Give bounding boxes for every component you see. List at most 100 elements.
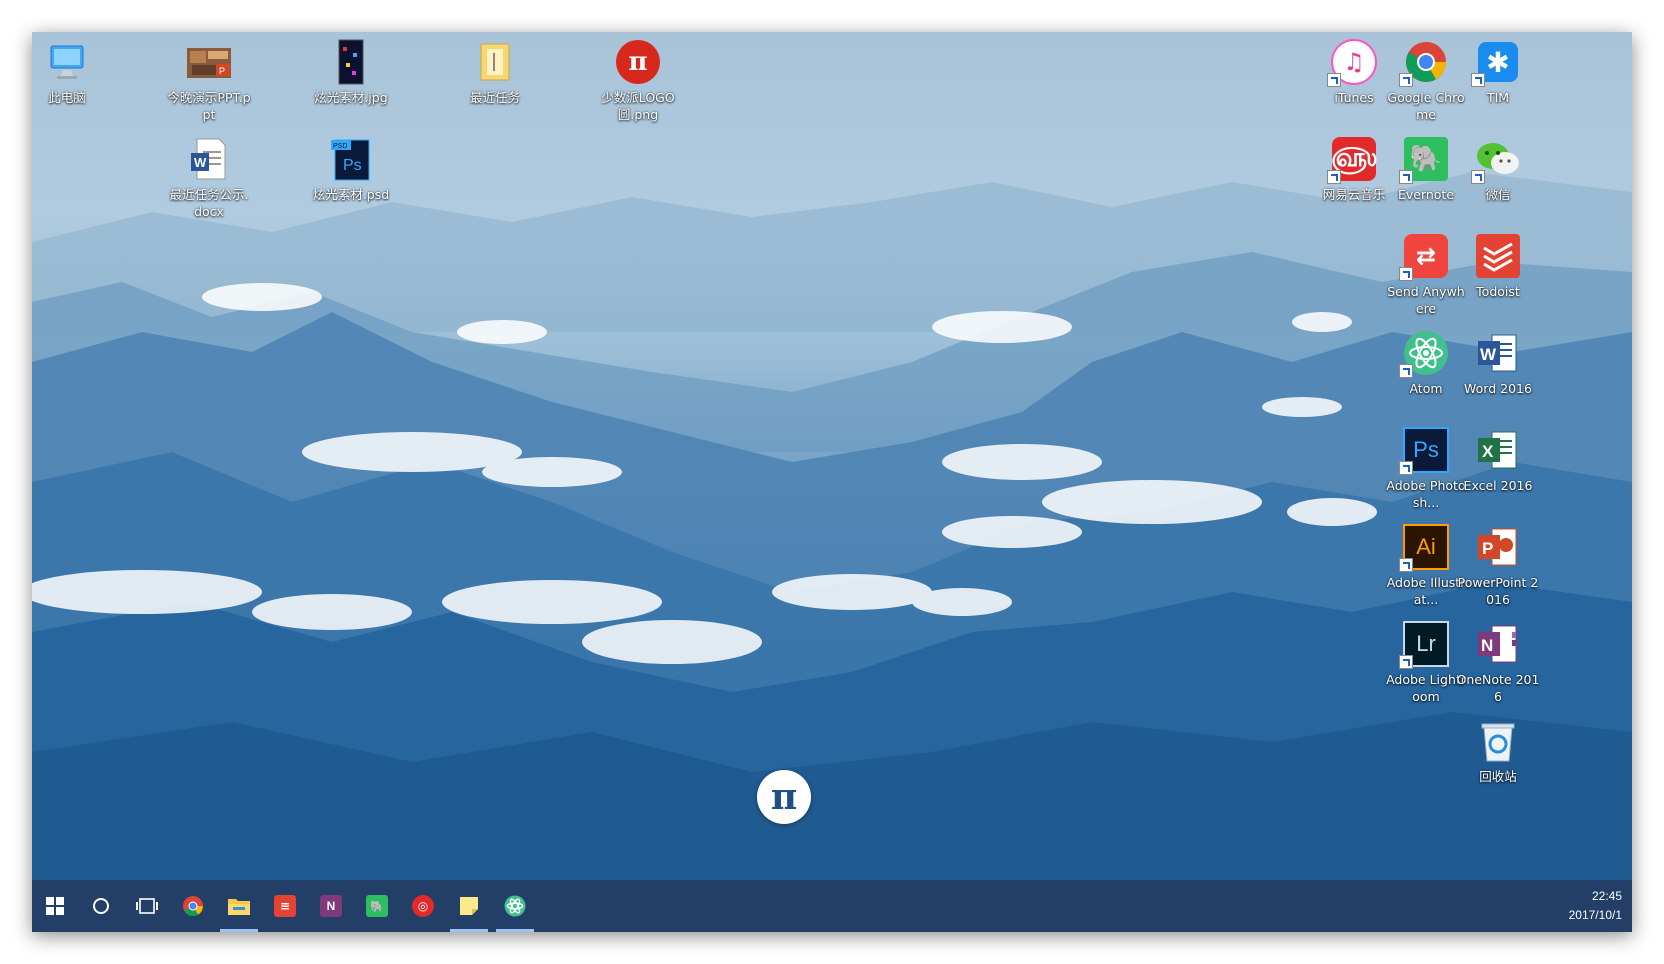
folder-icon: [471, 38, 519, 86]
desktop-item-todoist[interactable]: Todoist: [1456, 232, 1540, 328]
powerpoint-icon: P: [1474, 523, 1522, 571]
todoist-icon: ≡: [274, 895, 296, 917]
chrome-icon: [183, 896, 203, 916]
desktop-item-label: 微信: [1485, 187, 1511, 202]
start-button[interactable]: [32, 880, 78, 932]
desktop-item-ppt-file[interactable]: P 今晚演示PPT.ppt: [167, 38, 251, 134]
desktop-item-word[interactable]: W Word 2016: [1456, 329, 1540, 425]
word-icon: W: [1474, 329, 1522, 377]
onenote-icon: N: [1474, 620, 1522, 668]
shortcut-arrow-icon: [1399, 655, 1413, 669]
taskbar-file-explorer[interactable]: [216, 880, 262, 932]
taskbar-netease-music[interactable]: ◎: [400, 880, 446, 932]
desktop-item-folder[interactable]: 最近任务: [453, 38, 537, 134]
chrome-icon: [1399, 38, 1450, 87]
shortcut-arrow-icon: [1399, 170, 1413, 184]
atom-icon: [504, 895, 526, 917]
atom-icon: [1399, 329, 1450, 378]
desktop-item-sspai-logo[interactable]: π 少数派LOGO圆.png: [596, 38, 680, 134]
desktop-screen: 此电脑 P 今晚演示PPT.ppt 炫光素材.jpg 最近任务 π 少数派LOG…: [32, 32, 1632, 932]
excel-icon: X: [1474, 426, 1522, 474]
lightroom-icon: Lr: [1399, 620, 1450, 669]
svg-text:Ps: Ps: [343, 157, 362, 174]
sticky-notes-icon: [460, 897, 478, 915]
desktop-item-label: 少数派LOGO圆.png: [601, 90, 675, 122]
docx-file-icon: W: [185, 135, 233, 183]
sspai-logo-icon: π: [614, 38, 662, 86]
desktop-item-label: 此电脑: [48, 90, 86, 105]
svg-text:N: N: [1481, 636, 1493, 655]
send-anywhere-icon: ⇄: [1399, 232, 1450, 281]
desktop-item-this-pc[interactable]: 此电脑: [32, 38, 109, 134]
evernote-icon: 🐘: [1399, 135, 1450, 184]
desktop-item-wechat[interactable]: 微信: [1456, 135, 1540, 231]
desktop-item-excel[interactable]: X Excel 2016: [1456, 426, 1540, 522]
computer-icon: [43, 38, 91, 86]
cortana-circle-icon: [93, 898, 109, 914]
desktop-item-label: OneNote 2016: [1456, 672, 1540, 704]
desktop-item-label: 回收站: [1479, 769, 1517, 784]
desktop-item-label: Excel 2016: [1463, 478, 1533, 493]
taskbar-clock[interactable]: 22:45 2017/10/1: [1569, 880, 1622, 932]
recycle-bin-icon: [1474, 717, 1522, 765]
taskbar-atom[interactable]: [492, 880, 538, 932]
windows-icon: [46, 897, 64, 915]
svg-text:P: P: [219, 66, 225, 76]
netease-music-icon: ௵: [1327, 135, 1378, 184]
shortcut-arrow-icon: [1327, 170, 1341, 184]
itunes-icon: ♫: [1327, 38, 1378, 87]
desktop-item-label: TIM: [1486, 90, 1510, 105]
shortcut-arrow-icon: [1399, 364, 1413, 378]
shortcut-arrow-icon: [1399, 461, 1413, 475]
desktop-item-jpg-file[interactable]: 炫光素材.jpg: [309, 38, 393, 134]
clock-time: 22:45: [1591, 889, 1622, 903]
shortcut-arrow-icon: [1399, 73, 1413, 87]
taskbar-sticky-notes[interactable]: [446, 880, 492, 932]
desktop-item-powerpoint[interactable]: P PowerPoint 2016: [1456, 523, 1540, 619]
desktop-item-tim[interactable]: ✱ TIM: [1456, 38, 1540, 134]
svg-text:PSD: PSD: [333, 143, 347, 150]
cortana-button[interactable]: [78, 880, 124, 932]
desktop-item-recycle-bin[interactable]: 回收站: [1456, 717, 1540, 813]
shortcut-arrow-icon: [1399, 558, 1413, 572]
desktop-item-onenote[interactable]: N OneNote 2016: [1456, 620, 1540, 716]
svg-text:X: X: [1482, 442, 1494, 461]
svg-text:W: W: [1480, 345, 1497, 364]
svg-text:W: W: [194, 155, 207, 170]
task-view-icon: [136, 898, 158, 914]
desktop-item-label: PowerPoint 2016: [1457, 575, 1539, 607]
taskbar-evernote[interactable]: 🐘: [354, 880, 400, 932]
desktop-item-label: Word 2016: [1464, 381, 1532, 396]
desktop-item-psd-file[interactable]: PSD Ps 炫光素材.psd: [309, 135, 393, 231]
tim-icon: ✱: [1471, 38, 1522, 87]
evernote-icon: 🐘: [366, 895, 388, 917]
desktop-item-label: 今晚演示PPT.ppt: [167, 90, 251, 122]
clock-date: 2017/10/1: [1568, 908, 1622, 922]
shortcut-arrow-icon: [1399, 267, 1413, 281]
taskbar-onenote[interactable]: N: [308, 880, 354, 932]
folder-icon: [228, 899, 250, 915]
onenote-icon: N: [320, 895, 342, 917]
image-file-icon: [327, 38, 375, 86]
wechat-icon: [1471, 135, 1522, 184]
wallpaper-pi-logo: π: [757, 770, 811, 824]
ppt-file-icon: P: [185, 38, 233, 86]
desktop-item-label: Todoist: [1476, 284, 1520, 299]
svg-text:P: P: [1482, 539, 1493, 558]
desktop-item-label: 炫光素材.jpg: [314, 90, 388, 105]
illustrator-icon: Ai: [1399, 523, 1450, 572]
desktop-item-label: 最近任务公示.docx: [169, 187, 249, 219]
desktop-item-label: 最近任务: [469, 90, 520, 105]
taskbar-todoist[interactable]: ≡: [262, 880, 308, 932]
task-view-button[interactable]: [124, 880, 170, 932]
desktop-item-label: 炫光素材.psd: [312, 187, 390, 202]
taskbar: ≡ N 🐘 ◎ 22:45 2017/10/1: [32, 880, 1632, 932]
shortcut-arrow-icon: [1327, 73, 1341, 87]
taskbar-chrome[interactable]: [170, 880, 216, 932]
netease-music-icon: ◎: [412, 895, 434, 917]
desktop-item-docx-file[interactable]: W 最近任务公示.docx: [167, 135, 251, 231]
psd-file-icon: PSD Ps: [327, 135, 375, 183]
shortcut-arrow-icon: [1471, 73, 1485, 87]
shortcut-arrow-icon: [1471, 170, 1485, 184]
todoist-icon: [1474, 232, 1522, 280]
